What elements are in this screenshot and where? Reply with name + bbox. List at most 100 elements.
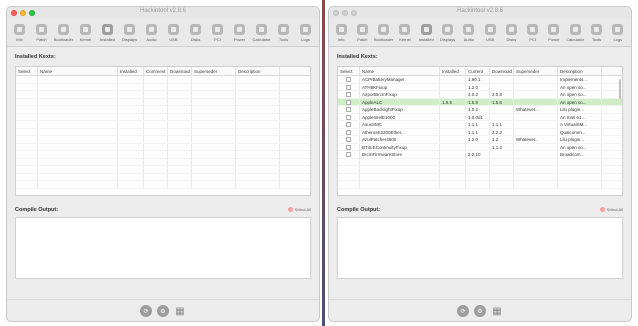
select-checkbox[interactable] bbox=[346, 137, 351, 142]
table-row[interactable]: AirportBrcmFixup 2.0.2 2.0.8 An open so... bbox=[338, 91, 622, 99]
compile-output-area[interactable] bbox=[337, 217, 623, 279]
select-all-button[interactable]: Select All bbox=[287, 207, 311, 212]
settings-icon[interactable]: ⚙ bbox=[157, 305, 169, 317]
grid-icon[interactable]: ▦ bbox=[174, 305, 186, 317]
toolbar-item-audio[interactable]: Audio bbox=[459, 20, 479, 42]
table-row[interactable]: BrcmFirmwareStore 2.2.10 Broadcom... bbox=[338, 151, 622, 159]
column-header-description[interactable]: Description bbox=[558, 67, 602, 75]
toolbar-label: Audio bbox=[146, 37, 157, 42]
toolbar-item-displays[interactable]: Displays bbox=[437, 20, 457, 42]
table-row bbox=[16, 113, 310, 121]
toolbar-item-disks[interactable]: Disks bbox=[501, 20, 521, 42]
select-checkbox[interactable] bbox=[346, 77, 351, 82]
toolbar-item-bootloader[interactable]: Bootloader bbox=[374, 20, 394, 42]
toolbar-item-installed[interactable]: Installed bbox=[97, 20, 118, 42]
select-checkbox[interactable] bbox=[346, 99, 351, 105]
column-header-comment[interactable]: Comment bbox=[144, 67, 168, 75]
table-row[interactable]: ATH9KFixup 1.2.0 An open so... bbox=[338, 83, 622, 91]
empty-cell bbox=[144, 143, 168, 150]
select-checkbox[interactable] bbox=[346, 107, 351, 112]
toolbar-item-installed[interactable]: Installed bbox=[416, 20, 436, 42]
toolbar-item-usb[interactable]: USB bbox=[163, 20, 184, 42]
cell-installed bbox=[440, 136, 466, 143]
right-kexts-table[interactable]: Select Name Installed Current Download Supers… bbox=[337, 66, 623, 196]
column-header-select[interactable]: Select bbox=[16, 67, 38, 75]
empty-cell bbox=[118, 151, 144, 158]
left-bottom-bar: ⟳ ⚙ ▦ bbox=[7, 299, 319, 317]
toolbar-item-bootloader[interactable]: Bootloader bbox=[53, 20, 74, 42]
cell-installed bbox=[440, 121, 466, 128]
empty-cell bbox=[144, 121, 168, 128]
select-checkbox[interactable] bbox=[346, 129, 351, 135]
select-checkbox-cell bbox=[338, 83, 360, 90]
toolbar-item-kernel[interactable]: Kernel bbox=[395, 20, 415, 42]
empty-cell bbox=[490, 181, 514, 188]
left-kexts-table[interactable]: Select Name Installed Comment Download Supers… bbox=[15, 66, 311, 196]
column-header-installed[interactable]: Installed bbox=[118, 67, 144, 75]
select-checkbox[interactable] bbox=[346, 84, 351, 90]
toolbar-item-tools[interactable]: Tools bbox=[586, 20, 606, 42]
toolbar-item-kernel[interactable]: Kernel bbox=[75, 20, 96, 42]
empty-cell bbox=[16, 128, 38, 135]
toolbar-item-calculator[interactable]: Calculator bbox=[251, 20, 272, 42]
table-row[interactable]: ACPIBatteryManager 1.90.1 Implements... bbox=[338, 76, 622, 84]
toolbar-item-usb[interactable]: USB bbox=[480, 20, 500, 42]
toolbar-item-patch[interactable]: Patch bbox=[352, 20, 372, 42]
toolbar-item-logs[interactable]: Logs bbox=[295, 20, 316, 42]
refresh-icon[interactable]: ⟳ bbox=[457, 305, 469, 317]
toolbar-item-audio[interactable]: Audio bbox=[141, 20, 162, 42]
cell-description: Implements... bbox=[558, 76, 602, 83]
empty-cell bbox=[144, 136, 168, 143]
column-header-select[interactable]: Select bbox=[338, 67, 360, 75]
right-toolbar: Info Patch Bootloader Kernel Installed Displa… bbox=[329, 19, 631, 47]
select-checkbox-cell bbox=[338, 121, 360, 128]
toolbar-item-displays[interactable]: Displays bbox=[119, 20, 140, 42]
table-row[interactable]: AsusSMC 1.1.1 1.1.1 A VirtualSM... bbox=[338, 121, 622, 129]
select-checkbox[interactable] bbox=[346, 122, 351, 127]
column-header-description[interactable]: Description bbox=[236, 67, 280, 75]
toolbar-item-logs[interactable]: Logs bbox=[608, 20, 628, 42]
column-header-name[interactable]: Name bbox=[38, 67, 118, 75]
toolbar-item-patch[interactable]: Patch bbox=[31, 20, 52, 42]
empty-cell bbox=[192, 158, 236, 165]
select-checkbox-cell bbox=[338, 91, 360, 98]
table-row[interactable]: AtherosE2200Ether... 1.1.1 2.2.2 Qualcomm..… bbox=[338, 128, 622, 136]
toolbar-label: Installed bbox=[418, 37, 434, 42]
toolbar-item-pci[interactable]: PCI bbox=[207, 20, 228, 42]
cell-name: AppleIntelE1000 bbox=[360, 113, 440, 120]
column-header-download[interactable]: Download bbox=[168, 67, 192, 75]
column-header-superseder[interactable]: Superseder bbox=[192, 67, 236, 75]
table-row bbox=[16, 143, 310, 151]
table-row[interactable]: AppleALC 1.5.6 1.5.9 1.5.6 An open so... bbox=[338, 98, 622, 106]
toolbar-item-power[interactable]: Power bbox=[229, 20, 250, 42]
column-header-name[interactable]: Name bbox=[360, 67, 440, 75]
select-checkbox[interactable] bbox=[346, 92, 351, 97]
toolbar-item-tools[interactable]: Tools bbox=[273, 20, 294, 42]
column-header-current[interactable]: Current bbox=[466, 67, 490, 75]
grid-icon[interactable]: ▦ bbox=[491, 305, 503, 317]
toolbar-item-calculator[interactable]: Calculator bbox=[565, 20, 585, 42]
toolbar-item-info[interactable]: Info bbox=[331, 20, 351, 42]
column-header-installed[interactable]: Installed bbox=[440, 67, 466, 75]
select-all-button[interactable]: Select All bbox=[599, 207, 623, 212]
disks-icon bbox=[505, 24, 517, 35]
cell-download: 1.1.1 bbox=[490, 121, 514, 128]
toolbar-item-power[interactable]: Power bbox=[544, 20, 564, 42]
empty-cell bbox=[144, 91, 168, 98]
select-checkbox[interactable] bbox=[346, 144, 351, 150]
toolbar-item-info[interactable]: Info bbox=[9, 20, 30, 42]
column-header-superseder[interactable]: Superseder bbox=[514, 67, 558, 75]
refresh-icon[interactable]: ⟳ bbox=[140, 305, 152, 317]
toolbar-item-pci[interactable]: PCI bbox=[523, 20, 543, 42]
table-row[interactable]: BT4LEContinuityFixup 1.1.2 An open so... bbox=[338, 143, 622, 151]
settings-icon[interactable]: ⚙ bbox=[474, 305, 486, 317]
table-row[interactable]: AppleBacklightFixup 1.0.2 Whatever... Lilu … bbox=[338, 106, 622, 114]
select-checkbox[interactable] bbox=[346, 114, 351, 120]
table-row[interactable]: AppleIntelE1000 1.0.0d1 An Intel e1... bbox=[338, 113, 622, 121]
select-checkbox[interactable] bbox=[346, 152, 351, 157]
toolbar-item-disks[interactable]: Disks bbox=[185, 20, 206, 42]
column-header-download[interactable]: Download bbox=[490, 67, 514, 75]
table-row[interactable]: AzulPatcher4600 1.2.0 1.2 Whatever... Lilu p… bbox=[338, 136, 622, 144]
table-scrollbar[interactable] bbox=[619, 79, 621, 99]
compile-output-area[interactable] bbox=[15, 217, 311, 279]
